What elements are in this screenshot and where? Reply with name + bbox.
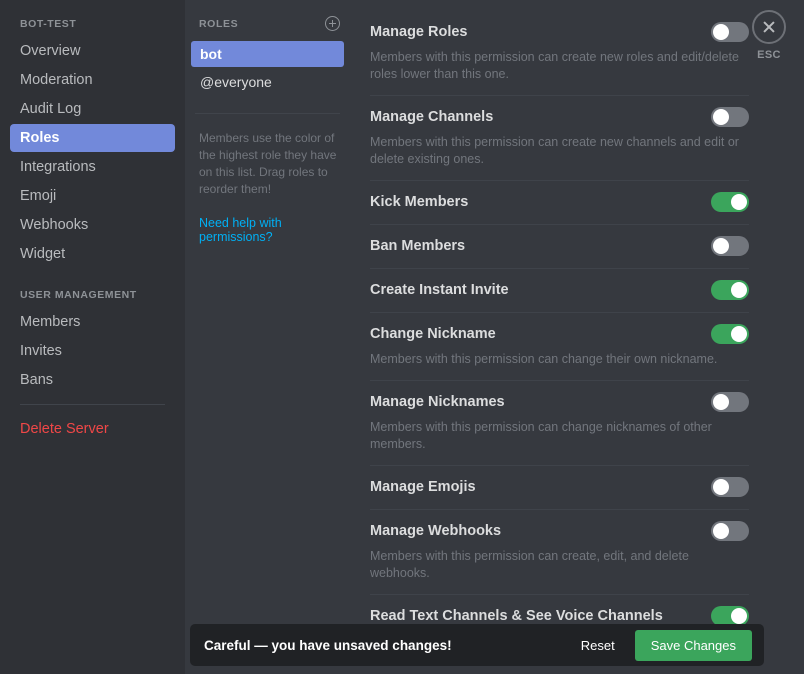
sidebar-item-audit-log[interactable]: Audit Log — [10, 95, 175, 123]
permission-row: Manage Webhooks Members with this permiss… — [370, 510, 749, 595]
permission-label: Manage Roles — [370, 24, 468, 40]
toggle-knob — [713, 109, 729, 125]
permission-row: Create Instant Invite — [370, 269, 749, 313]
permission-label: Change Nickname — [370, 326, 496, 342]
permission-row: Manage Nicknames Members with this permis… — [370, 381, 749, 466]
save-changes-button[interactable]: Save Changes — [634, 629, 752, 661]
permission-row: Kick Members — [370, 181, 749, 225]
sidebar-nav-list: Overview Moderation Audit Log Roles Integrat… — [0, 37, 185, 268]
permissions-panel: Manage Roles Members with this permission… — [360, 0, 804, 674]
permission-toggle[interactable] — [711, 22, 749, 42]
permission-row: Manage Emojis — [370, 466, 749, 510]
sidebar-item-roles[interactable]: Roles — [10, 124, 175, 152]
sidebar-server-header: BOT-TEST — [20, 18, 77, 30]
toggle-knob — [713, 394, 729, 410]
permission-label: Create Instant Invite — [370, 282, 509, 298]
permission-header: Change Nickname — [370, 324, 749, 344]
close-x-icon[interactable] — [752, 10, 786, 44]
permissions-list: Manage Roles Members with this permission… — [370, 10, 749, 639]
reset-button[interactable]: Reset — [567, 632, 629, 659]
permission-toggle[interactable] — [711, 606, 749, 626]
permission-row: Ban Members — [370, 225, 749, 269]
permission-label: Ban Members — [370, 238, 466, 254]
sidebar-item-delete-server[interactable]: Delete Server — [10, 415, 175, 443]
sidebar-item-webhooks[interactable]: Webhooks — [10, 211, 175, 239]
need-help-permissions-link[interactable]: Need help with permissions? — [191, 216, 344, 244]
permission-label: Read Text Channels & See Voice Channels — [370, 608, 663, 624]
permission-header: Manage Emojis — [370, 477, 749, 497]
toggle-knob — [713, 24, 729, 40]
permission-header: Manage Webhooks — [370, 521, 749, 541]
roles-list: bot @everyone — [191, 41, 344, 95]
permission-label: Manage Emojis — [370, 479, 476, 495]
permission-toggle[interactable] — [711, 192, 749, 212]
permission-header: Manage Nicknames — [370, 392, 749, 412]
sidebar-item-moderation[interactable]: Moderation — [10, 66, 175, 94]
sidebar-user-list: Members Invites Bans — [0, 308, 185, 394]
toggle-knob — [713, 479, 729, 495]
sidebar-user-management-header: USER MANAGEMENT — [20, 289, 137, 301]
permission-label: Manage Channels — [370, 109, 494, 125]
permission-toggle[interactable] — [711, 324, 749, 344]
permission-toggle[interactable] — [711, 392, 749, 412]
server-settings-window: BOT-TEST Overview Moderation Audit Log Role… — [0, 0, 804, 674]
unsaved-changes-message: Careful — you have unsaved changes! — [204, 637, 452, 653]
permission-description: Members with this permission can change … — [370, 352, 718, 366]
sidebar-item-invites[interactable]: Invites — [10, 337, 175, 365]
toggle-knob — [731, 326, 747, 342]
sidebar-item-overview[interactable]: Overview — [10, 37, 175, 65]
permission-label: Manage Webhooks — [370, 523, 502, 539]
permission-row: Manage Roles Members with this permission… — [370, 10, 749, 96]
sidebar-item-widget[interactable]: Widget — [10, 240, 175, 268]
permission-description: Members with this permission can change … — [370, 420, 712, 451]
settings-sidebar: BOT-TEST Overview Moderation Audit Log Role… — [0, 0, 185, 674]
permission-header: Ban Members — [370, 236, 749, 256]
sidebar-item-bans[interactable]: Bans — [10, 366, 175, 394]
roles-help-note: Members use the color of the highest rol… — [199, 131, 337, 196]
sidebar-item-members[interactable]: Members — [10, 308, 175, 336]
permission-toggle[interactable] — [711, 477, 749, 497]
toggle-knob — [731, 282, 747, 298]
roles-divider — [195, 113, 340, 114]
permission-row: Manage Channels Members with this permiss… — [370, 96, 749, 181]
role-item[interactable]: @everyone — [191, 69, 344, 95]
permission-toggle[interactable] — [711, 236, 749, 256]
permission-toggle[interactable] — [711, 107, 749, 127]
toggle-knob — [731, 608, 747, 624]
permission-label: Manage Nicknames — [370, 394, 505, 410]
permission-description: Members with this permission can create … — [370, 135, 739, 166]
permission-toggle[interactable] — [711, 280, 749, 300]
toggle-knob — [713, 523, 729, 539]
unsaved-changes-bar: Careful — you have unsaved changes! Rese… — [190, 624, 764, 666]
sidebar-item-emoji[interactable]: Emoji — [10, 182, 175, 210]
permission-header: Manage Roles — [370, 22, 749, 42]
permission-toggle[interactable] — [711, 521, 749, 541]
permission-description: Members with this permission can create,… — [370, 549, 689, 580]
permission-header: Manage Channels — [370, 107, 749, 127]
toggle-knob — [713, 238, 729, 254]
role-item[interactable]: bot — [191, 41, 344, 67]
permission-label: Kick Members — [370, 194, 469, 210]
permission-header: Kick Members — [370, 192, 749, 212]
roles-header-label: ROLES — [199, 17, 239, 30]
permission-header: Create Instant Invite — [370, 280, 749, 300]
sidebar-item-integrations[interactable]: Integrations — [10, 153, 175, 181]
close-settings-control[interactable]: ESC — [746, 10, 792, 61]
esc-label: ESC — [757, 49, 781, 61]
plus-circle-icon[interactable] — [325, 16, 340, 31]
roles-column: ROLES bot @everyone Members use the color… — [185, 0, 360, 674]
permission-row: Change Nickname Members with this permiss… — [370, 313, 749, 381]
permission-header: Read Text Channels & See Voice Channels — [370, 606, 749, 626]
roles-header: ROLES — [191, 12, 344, 39]
toggle-knob — [731, 194, 747, 210]
sidebar-divider — [20, 404, 165, 405]
permission-description: Members with this permission can create … — [370, 50, 739, 81]
